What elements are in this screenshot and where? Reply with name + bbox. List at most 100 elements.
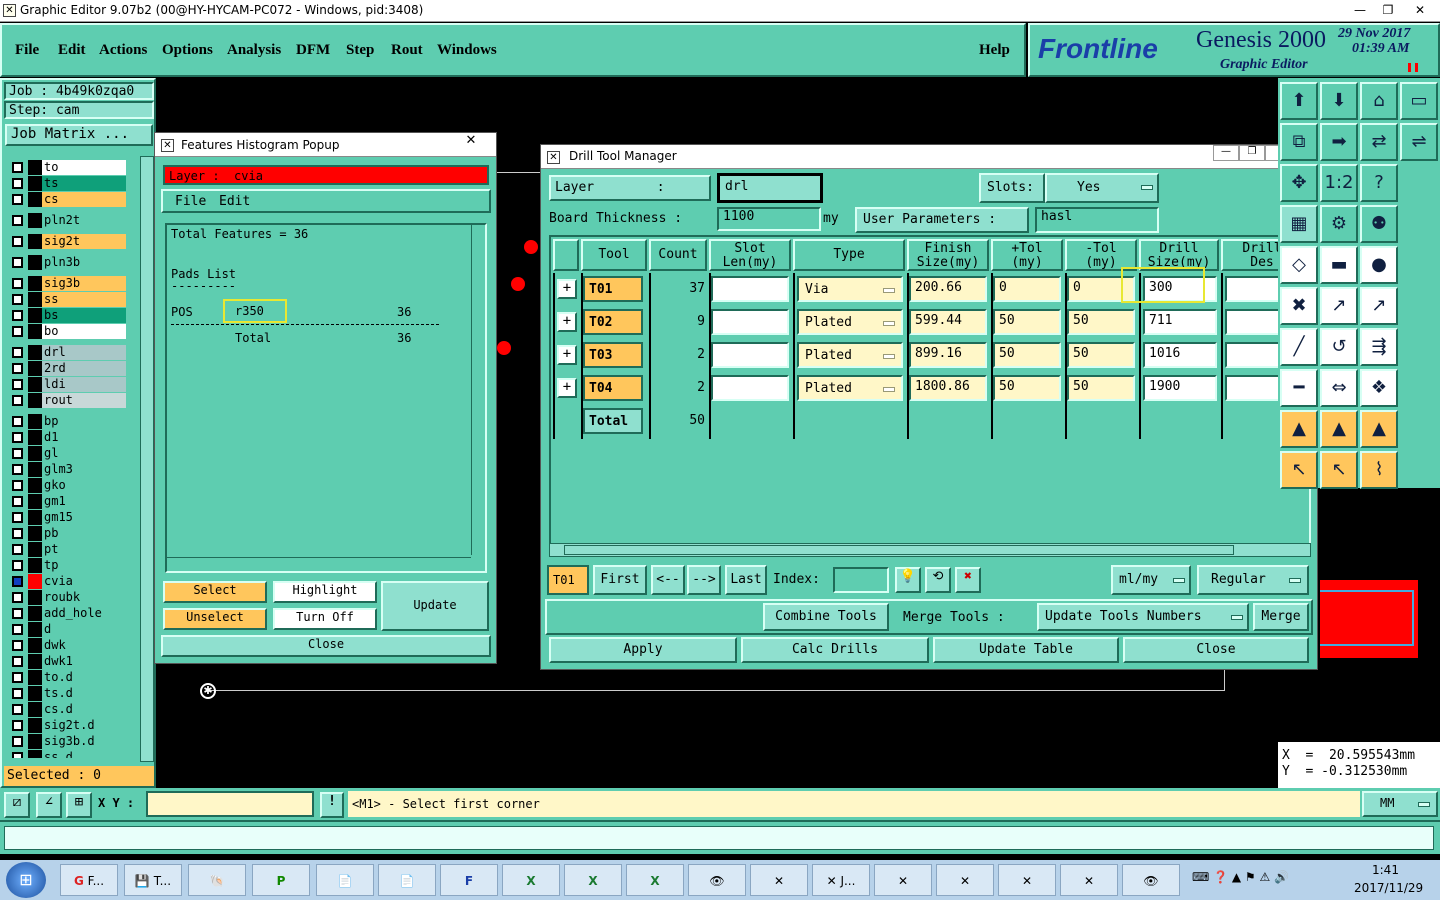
layer-row-gl[interactable]: gl [8,446,126,461]
user-parameters-field[interactable]: hasl [1035,207,1159,233]
layer-checkbox[interactable] [12,379,23,390]
vertex-blue-icon[interactable]: ▲ [1360,410,1398,448]
layer-row-ts[interactable]: ts [8,176,126,191]
tray-icons[interactable]: ⌨ ❓ ▲ ⚑ ⚠ 🔊 [1192,870,1342,890]
menu-edit[interactable]: Edit [58,42,86,59]
layer-checkbox[interactable] [12,544,23,555]
layer-row-d[interactable]: d [8,622,126,637]
tool-cell[interactable]: T02 [583,309,643,335]
last-button[interactable]: Last [725,565,767,595]
taskbar-item-genesis[interactable]: G F... [60,864,118,896]
menu-rout[interactable]: Rout [391,42,423,59]
layer-checkbox[interactable] [12,464,23,475]
layer-row-gm15[interactable]: gm15 [8,510,126,525]
apply-button[interactable]: Apply [549,637,737,663]
layer-checkbox[interactable] [12,736,23,747]
layer-checkbox[interactable] [12,416,23,427]
type-select[interactable]: Plated [797,342,903,368]
job-matrix-button[interactable]: Job Matrix ... [5,124,153,146]
slot-length-field[interactable] [711,342,789,368]
histogram-close-icon[interactable]: ✕ [451,133,491,151]
taskbar-window-item[interactable]: ✕ J... [812,864,870,896]
layer-checkbox[interactable] [12,640,23,651]
layer-checkbox[interactable] [12,512,23,523]
turn-off-button[interactable]: Turn Off [273,608,377,630]
expand-icon[interactable]: + [557,312,577,332]
expand-icon[interactable]: + [557,345,577,365]
hist-menu-edit[interactable]: Edit [219,194,250,209]
slot-length-field[interactable] [711,276,789,302]
layer-checkbox[interactable] [12,310,23,321]
layer-row-sig2t.d[interactable]: sig2t.d [8,718,126,733]
taskbar-excel-icon[interactable]: X [564,864,622,896]
layer-row-rout[interactable]: rout [8,393,126,408]
layer-row-pb[interactable]: pb [8,526,126,541]
layer-checkbox[interactable] [12,528,23,539]
layer-checkbox[interactable] [12,704,23,715]
shape-icon[interactable]: ◇ [1280,246,1318,284]
layer-checkbox[interactable] [12,162,23,173]
layer-row-sig3b.d[interactable]: sig3b.d [8,734,126,749]
taskbar-item-save[interactable]: 💾 T... [124,864,182,896]
first-button[interactable]: First [593,565,647,595]
highlight-button[interactable]: Highlight [273,581,377,603]
minus-icon[interactable]: ━ [1280,369,1318,407]
slot-length-field[interactable] [711,375,789,401]
refresh-icon[interactable]: ⟲ [925,567,951,593]
layer-row-dwk[interactable]: dwk [8,638,126,653]
merge-button[interactable]: Merge [1253,603,1309,631]
layer-checkbox[interactable] [12,592,23,603]
tool-cell[interactable]: T01 [583,276,643,302]
layer-row-sig2t[interactable]: sig2t [8,234,126,249]
layer-checkbox[interactable] [12,752,23,758]
board-thickness-field[interactable]: 1100 [717,207,821,231]
type-select[interactable]: Via [797,276,903,302]
taskbar-shell-icon[interactable]: 🐚 [188,864,246,896]
warning-icon[interactable]: ! [320,792,344,818]
minus-tol-field[interactable]: 50 [1067,375,1135,401]
cursor-alt-icon[interactable]: ↖ [1320,451,1358,489]
units-select[interactable]: ml/my [1111,565,1191,595]
minus-tol-field[interactable]: 50 [1067,342,1135,368]
taskbar-eye-icon[interactable]: 👁 [1122,864,1180,896]
units-menu[interactable]: MM [1362,791,1438,817]
cursor-icon[interactable]: ↖ [1280,451,1318,489]
grid-icon[interactable]: ▦ [1280,205,1318,243]
layer-row-cvia[interactable]: cvia [8,574,126,589]
delete-icon[interactable]: ✖ [955,567,981,593]
layer-checkbox[interactable] [12,576,23,587]
layer-row-bp[interactable]: bp [8,414,126,429]
window-icon[interactable]: ▭ [1400,82,1438,120]
taskbar-eye-icon[interactable]: 👁 [688,864,746,896]
plus-tol-field[interactable]: 50 [993,309,1061,335]
slot-length-field[interactable] [711,309,789,335]
layer-row-d1[interactable]: d1 [8,430,126,445]
vertex-icon[interactable]: ▲ [1280,410,1318,448]
layer-row-roubk[interactable]: roubk [8,590,126,605]
hist-menu-file[interactable]: File [175,194,206,209]
menu-dfm[interactable]: DFM [296,42,330,59]
hist-close-button[interactable]: Close [161,635,491,657]
minus-tol-field[interactable]: 50 [1067,309,1135,335]
hist-vscroll[interactable] [471,225,485,555]
type-select[interactable]: Plated [797,375,903,401]
tool-cell[interactable]: T03 [583,342,643,368]
xy-input[interactable] [146,791,314,817]
menu-file[interactable]: File [15,42,39,59]
layer-checkbox[interactable] [12,257,23,268]
layer-checkbox[interactable] [12,178,23,189]
layer-checkbox[interactable] [12,432,23,443]
layer-checkbox[interactable] [12,656,23,667]
drill-size-field[interactable]: 1900 [1143,375,1217,401]
layer-row-ts.d[interactable]: ts.d [8,686,126,701]
drill-icon[interactable]: ⚙ [1320,205,1358,243]
maximize-button[interactable]: ❐ [1374,0,1402,20]
mode-select[interactable]: Regular [1197,565,1309,595]
layer-checkbox[interactable] [12,496,23,507]
layer-row-drl[interactable]: drl [8,345,126,360]
plus-tol-field[interactable]: 50 [993,342,1061,368]
plus-tol-field[interactable]: 0 [993,276,1061,302]
layer-checkbox[interactable] [12,480,23,491]
layer-checkbox[interactable] [12,624,23,635]
layer-checkbox[interactable] [12,194,23,205]
